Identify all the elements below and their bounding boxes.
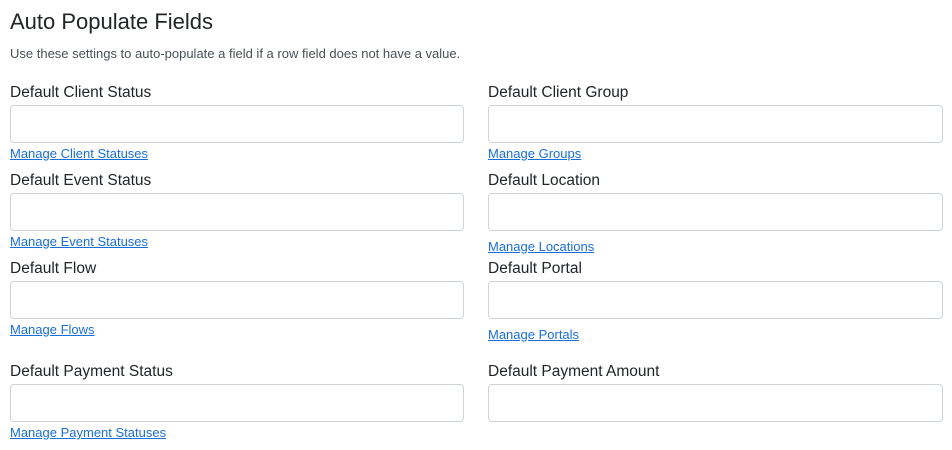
payment-status-label: Default Payment Status — [10, 363, 173, 380]
location-label: Default Location — [488, 172, 601, 189]
portal-label: Default Portal — [488, 260, 582, 277]
event-status-input[interactable] — [10, 193, 464, 231]
manage-client-statuses-link[interactable]: Manage Client Statuses — [10, 146, 148, 162]
portal-input[interactable] — [488, 281, 943, 319]
client-status-input[interactable] — [10, 105, 464, 143]
manage-groups-link[interactable]: Manage Groups — [488, 146, 581, 162]
event-status-label: Default Event Status — [10, 172, 152, 189]
payment-amount-input[interactable] — [488, 384, 943, 422]
client-status-label: Default Client Status — [10, 84, 152, 101]
manage-portals-link[interactable]: Manage Portals — [488, 327, 579, 343]
page-title: Auto Populate Fields — [10, 9, 214, 34]
client-group-input[interactable] — [488, 105, 943, 143]
manage-payment-statuses-link[interactable]: Manage Payment Statuses — [10, 425, 166, 441]
manage-event-statuses-link[interactable]: Manage Event Statuses — [10, 234, 148, 250]
page-description: Use these settings to auto-populate a fi… — [10, 46, 461, 61]
location-input[interactable] — [488, 193, 943, 231]
payment-status-input[interactable] — [10, 384, 464, 422]
client-group-label: Default Client Group — [488, 84, 629, 101]
manage-flows-link[interactable]: Manage Flows — [10, 322, 95, 338]
manage-locations-link[interactable]: Manage Locations — [488, 239, 594, 255]
payment-amount-label: Default Payment Amount — [488, 363, 660, 380]
flow-label: Default Flow — [10, 260, 97, 277]
flow-input[interactable] — [10, 281, 464, 319]
